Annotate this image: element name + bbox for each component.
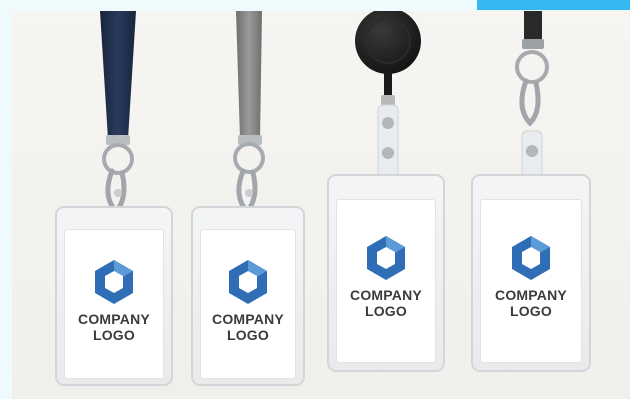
- badge-text: COMPANY LOGO: [495, 287, 567, 319]
- badge-line1: COMPANY: [495, 287, 567, 303]
- badge-card-3: COMPANY LOGO: [336, 199, 436, 363]
- badge-card-1: COMPANY LOGO: [64, 229, 164, 379]
- product-photo: COMPANY LOGO COMPANY LOGO COMPANY LOGO C…: [12, 11, 630, 399]
- hexagon-logo-icon: [512, 236, 550, 280]
- badge-line2: LOGO: [226, 327, 269, 343]
- badge-text: COMPANY LOGO: [78, 311, 150, 343]
- badge-card-4: COMPANY LOGO: [480, 199, 582, 363]
- gray-lanyard: [233, 11, 265, 215]
- badge-line1: COMPANY: [350, 287, 422, 303]
- top-accent-bar: [477, 0, 630, 10]
- navy-lanyard: [100, 11, 136, 215]
- badge-reel: [355, 11, 421, 182]
- badge-line2: LOGO: [364, 303, 407, 319]
- hexagon-logo-icon: [367, 236, 405, 280]
- hexagon-logo-icon: [95, 260, 133, 304]
- badge-text: COMPANY LOGO: [212, 311, 284, 343]
- black-lanyard: [515, 11, 549, 188]
- badge-line1: COMPANY: [212, 311, 284, 327]
- badge-line2: LOGO: [509, 303, 552, 319]
- badge-text: COMPANY LOGO: [350, 287, 422, 319]
- badge-line2: LOGO: [92, 327, 135, 343]
- badge-card-2: COMPANY LOGO: [200, 229, 296, 379]
- badge-line1: COMPANY: [78, 311, 150, 327]
- hexagon-logo-icon: [229, 260, 267, 304]
